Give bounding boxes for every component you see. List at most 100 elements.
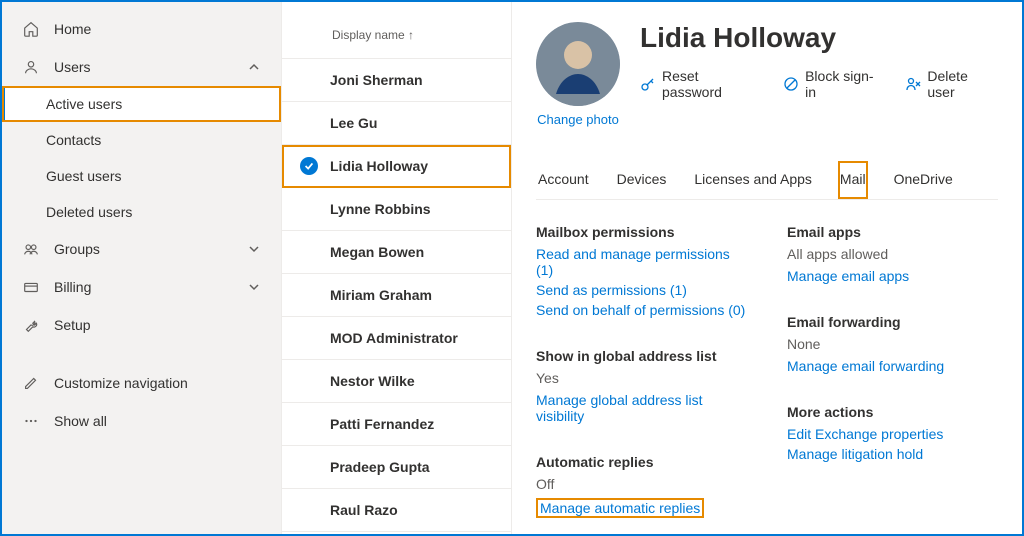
nav-home[interactable]: Home xyxy=(2,10,281,48)
chevron-down-icon xyxy=(247,242,261,256)
nav-guest-users[interactable]: Guest users xyxy=(2,158,281,194)
user-row[interactable]: Megan Bowen xyxy=(282,231,511,274)
nav-groups[interactable]: Groups xyxy=(2,230,281,268)
chevron-up-icon xyxy=(247,60,261,74)
sendas-permissions-link[interactable]: Send as permissions (1) xyxy=(536,282,747,298)
user-row[interactable]: Pradeep Gupta xyxy=(282,446,511,489)
user-name: Lynne Robbins xyxy=(330,201,431,217)
reset-password-action[interactable]: Reset password xyxy=(640,68,761,100)
user-title: Lidia Holloway xyxy=(640,22,998,54)
section-title: Email apps xyxy=(787,224,998,240)
section-title: Automatic replies xyxy=(536,454,747,470)
user-name: Joni Sherman xyxy=(330,72,423,88)
user-row[interactable]: MOD Administrator xyxy=(282,317,511,360)
nav-label: Active users xyxy=(46,96,122,112)
read-permissions-link[interactable]: Read and manage permissions (1) xyxy=(536,246,747,278)
autoreply-section: Automatic replies Off Manage automatic r… xyxy=(536,454,747,522)
nav-label: Contacts xyxy=(46,132,101,148)
ellipsis-icon xyxy=(22,412,40,430)
block-signin-action[interactable]: Block sign-in xyxy=(783,68,883,100)
check-icon xyxy=(300,157,318,175)
tab-licenses[interactable]: Licenses and Apps xyxy=(692,161,814,199)
nav-billing[interactable]: Billing xyxy=(2,268,281,306)
sendbehalf-permissions-link[interactable]: Send on behalf of permissions (0) xyxy=(536,302,747,318)
tab-onedrive[interactable]: OneDrive xyxy=(892,161,955,199)
manage-gal-link[interactable]: Manage global address list visibility xyxy=(536,392,747,424)
user-row[interactable]: Miriam Graham xyxy=(282,274,511,317)
user-name: Patti Fernandez xyxy=(330,416,434,432)
nav-users[interactable]: Users xyxy=(2,48,281,86)
email-apps-section: Email apps All apps allowed Manage email… xyxy=(787,224,998,288)
block-icon xyxy=(783,76,799,92)
groups-icon xyxy=(22,240,40,258)
nav-active-users[interactable]: Active users xyxy=(2,86,281,122)
nav-setup[interactable]: Setup xyxy=(2,306,281,344)
section-title: Mailbox permissions xyxy=(536,224,747,240)
gal-value: Yes xyxy=(536,370,747,386)
delete-user-action[interactable]: Delete user xyxy=(905,68,998,100)
nav-label: Home xyxy=(54,21,261,37)
mailbox-permissions-section: Mailbox permissions Read and manage perm… xyxy=(536,224,747,322)
user-row[interactable]: Joni Sherman xyxy=(282,59,511,102)
sidebar: Home Users Active users Contacts Guest u… xyxy=(2,2,282,534)
column-header[interactable]: Display name ↑ xyxy=(282,18,511,59)
user-row[interactable]: Lynne Robbins xyxy=(282,188,511,231)
action-label: Reset password xyxy=(662,68,761,100)
pencil-icon xyxy=(22,374,40,392)
nav-show-all[interactable]: Show all xyxy=(2,402,281,440)
wrench-icon xyxy=(22,316,40,334)
user-icon xyxy=(22,58,40,76)
more-actions-section: More actions Edit Exchange properties Ma… xyxy=(787,404,998,466)
user-name: MOD Administrator xyxy=(330,330,458,346)
action-label: Delete user xyxy=(927,68,998,100)
home-icon xyxy=(22,20,40,38)
billing-icon xyxy=(22,278,40,296)
user-list: Display name ↑ Joni Sherman Lee Gu Lidia… xyxy=(282,2,512,534)
nav-label: Guest users xyxy=(46,168,121,184)
nav-label: Users xyxy=(54,59,233,75)
nav-label: Setup xyxy=(54,317,261,333)
user-name: Megan Bowen xyxy=(330,244,424,260)
delete-user-icon xyxy=(905,76,921,92)
tab-devices[interactable]: Devices xyxy=(615,161,669,199)
nav-label: Billing xyxy=(54,279,233,295)
user-name: Miriam Graham xyxy=(330,287,432,303)
nav-customize[interactable]: Customize navigation xyxy=(2,364,281,402)
user-name: Raul Razo xyxy=(330,502,398,518)
tabs: Account Devices Licenses and Apps Mail O… xyxy=(536,161,998,200)
nav-contacts[interactable]: Contacts xyxy=(2,122,281,158)
manage-emailapps-link[interactable]: Manage email apps xyxy=(787,268,998,284)
edit-exchange-link[interactable]: Edit Exchange properties xyxy=(787,426,998,442)
change-photo-link[interactable]: Change photo xyxy=(537,112,619,127)
key-icon xyxy=(640,76,656,92)
tab-account[interactable]: Account xyxy=(536,161,591,199)
forwarding-value: None xyxy=(787,336,998,352)
user-row[interactable]: Patti Fernandez xyxy=(282,403,511,446)
tab-mail[interactable]: Mail xyxy=(838,161,868,199)
nav-deleted-users[interactable]: Deleted users xyxy=(2,194,281,230)
user-row[interactable]: Nestor Wilke xyxy=(282,360,511,403)
section-title: More actions xyxy=(787,404,998,420)
user-name: Lidia Holloway xyxy=(330,158,428,174)
user-name: Nestor Wilke xyxy=(330,373,415,389)
section-title: Email forwarding xyxy=(787,314,998,330)
manage-autoreply-link[interactable]: Manage automatic replies xyxy=(536,498,704,518)
nav-label: Deleted users xyxy=(46,204,132,220)
user-row[interactable]: Raul Razo xyxy=(282,489,511,532)
user-name: Pradeep Gupta xyxy=(330,459,430,475)
nav-label: Show all xyxy=(54,413,261,429)
user-name: Lee Gu xyxy=(330,115,377,131)
manage-forwarding-link[interactable]: Manage email forwarding xyxy=(787,358,998,374)
user-row[interactable]: Lidia Holloway xyxy=(282,145,511,188)
nav-label: Groups xyxy=(54,241,233,257)
detail-panel: Change photo Lidia Holloway Reset passwo… xyxy=(512,2,1022,534)
autoreply-value: Off xyxy=(536,476,747,492)
gal-section: Show in global address list Yes Manage g… xyxy=(536,348,747,428)
nav-label: Customize navigation xyxy=(54,375,261,391)
avatar xyxy=(536,22,620,106)
litigation-hold-link[interactable]: Manage litigation hold xyxy=(787,446,998,462)
forwarding-section: Email forwarding None Manage email forwa… xyxy=(787,314,998,378)
chevron-down-icon xyxy=(247,280,261,294)
user-row[interactable]: Lee Gu xyxy=(282,102,511,145)
action-label: Block sign-in xyxy=(805,68,883,100)
